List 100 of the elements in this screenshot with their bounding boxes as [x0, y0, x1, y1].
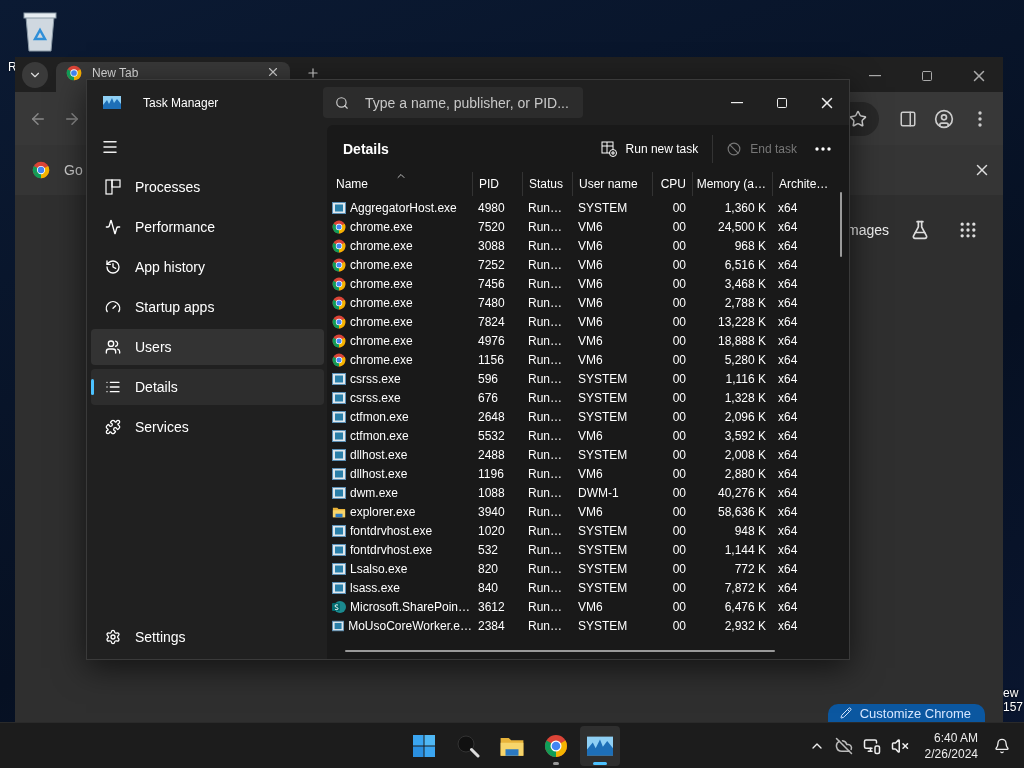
table-cell-text: 00	[671, 276, 687, 291]
table-cell-text: 00	[671, 390, 687, 405]
panels-icon	[105, 179, 121, 195]
column-header[interactable]: PID	[472, 172, 522, 196]
chrome-logo-icon[interactable]	[544, 733, 568, 758]
menu-icon	[978, 110, 982, 127]
profile-icon	[934, 108, 954, 129]
table-cell-text: SYSTEM	[577, 523, 629, 538]
flask-icon	[910, 220, 930, 240]
table-cell-text: 1,144 K	[723, 542, 767, 557]
table-cell-text: VM6	[577, 352, 604, 367]
table-cell-text: 4976	[477, 333, 506, 348]
table-cell: chrome.exe	[350, 257, 413, 272]
search-field[interactable]: Type a name, publisher, or PID...	[323, 87, 583, 118]
command-button[interactable]: Run new task	[590, 132, 709, 165]
table-cell-text: 3940	[477, 504, 506, 519]
users-icon	[105, 339, 121, 355]
star-icon[interactable]	[849, 109, 867, 128]
table-cell-text: VM6	[577, 504, 604, 519]
window-icon	[332, 201, 346, 214]
chart-window-icon[interactable]	[587, 735, 613, 756]
column-header[interactable]: Status	[522, 172, 572, 196]
table-cell-text: 2,008 K	[723, 447, 767, 462]
volume-muted-icon[interactable]	[890, 736, 909, 755]
nav-item[interactable]: App history	[91, 249, 324, 285]
nav-item[interactable]: Settings	[91, 619, 324, 655]
window-icon	[332, 524, 346, 537]
table-cell-text: 00	[671, 542, 687, 557]
window-icon	[332, 429, 346, 442]
side-panel-icon	[899, 109, 917, 128]
table-cell-text: 7456	[477, 276, 506, 291]
column-header[interactable]: Archite…	[772, 172, 832, 196]
tab-search-button[interactable]	[22, 62, 48, 88]
table-cell-text: 6,476 K	[723, 599, 767, 614]
window-icon	[332, 562, 346, 575]
table-cell-text: x64	[777, 599, 799, 614]
scrollbar-thumb[interactable]	[840, 192, 842, 257]
table-cell-text: SYSTEM	[577, 447, 629, 462]
nav-item[interactable]: Processes	[91, 169, 324, 205]
table-cell-text: 3088	[477, 238, 506, 253]
nav-item[interactable]: Startup apps	[91, 289, 324, 325]
nav-item[interactable]: Details	[91, 369, 324, 405]
apps-grid-icon	[958, 220, 978, 240]
address-bar[interactable]	[849, 101, 879, 136]
column-header[interactable]: User name	[572, 172, 652, 196]
table-cell-text: 00	[671, 352, 687, 367]
table-cell: Microsoft.SharePoin…	[350, 599, 471, 614]
table-cell-text: x64	[777, 580, 799, 595]
running-indicator	[593, 761, 607, 765]
table-cell-text: 1,116 K	[724, 371, 767, 386]
nav-item[interactable]: Performance	[91, 209, 324, 245]
table-cell-text: 00	[671, 485, 687, 500]
table-cell: chrome.exe	[350, 276, 413, 291]
scrollbar-thumb[interactable]	[345, 650, 775, 652]
search-icon[interactable]	[456, 733, 480, 758]
table-cell-text: Run…	[527, 580, 563, 595]
column-header[interactable]: Memory (a…	[692, 172, 772, 196]
table-cell-text: 1156	[477, 352, 505, 367]
table-cell-text: Run…	[527, 238, 563, 253]
table-cell-text: 1196	[477, 466, 505, 481]
nav-item[interactable]: Users	[91, 329, 324, 365]
table-cell-text: Run…	[527, 371, 563, 386]
table-cell-text: 00	[671, 257, 687, 272]
window-icon	[332, 619, 345, 632]
table-cell-text: 1,328 K	[723, 390, 767, 405]
table-cell-text: SYSTEM	[577, 618, 629, 633]
table-cell-text: 00	[671, 428, 687, 443]
bell-icon[interactable]	[994, 737, 1010, 754]
chrome-logo-icon	[332, 333, 346, 348]
table-cell-text: 00	[671, 200, 687, 215]
table-cell: csrss.exe	[350, 390, 401, 405]
table-cell-text: 2384	[477, 618, 506, 633]
table-cell-text: 7,872 K	[723, 580, 767, 595]
column-header[interactable]: CPU	[652, 172, 692, 196]
nav-item[interactable]: Services	[91, 409, 324, 445]
table-cell-text: VM6	[577, 295, 604, 310]
customize-button[interactable]: Customize Chrome	[827, 704, 985, 722]
close-icon[interactable]	[266, 65, 280, 79]
table-cell-text: VM6	[577, 257, 604, 272]
table-cell-text: 24,500 K	[716, 219, 767, 234]
chrome-logo-icon	[332, 219, 346, 234]
cloud-off-icon[interactable]	[834, 736, 853, 755]
table-cell-text: 968 K	[733, 238, 767, 253]
column-header[interactable]: Name	[330, 172, 472, 196]
running-indicator	[553, 761, 559, 765]
table-cell-text: 13,228 K	[716, 314, 767, 329]
table-cell-text: x64	[777, 409, 799, 424]
table-cell-text: x64	[777, 200, 799, 215]
table-cell: chrome.exe	[350, 219, 413, 234]
table-cell-text: VM6	[577, 314, 604, 329]
monitor-icon[interactable]	[862, 736, 881, 755]
table-cell-text: 00	[671, 238, 687, 253]
sharepoint-icon	[332, 599, 346, 614]
recycle-bin-icon[interactable]	[22, 9, 58, 53]
chrome-logo-icon	[32, 161, 50, 179]
start-icon[interactable]	[413, 734, 435, 757]
table-cell-text: VM6	[577, 238, 604, 253]
table-cell-text: Run…	[527, 542, 563, 557]
table-cell-text: x64	[777, 257, 799, 272]
clock[interactable]: 6:40 AM 2/26/2024	[918, 729, 984, 762]
